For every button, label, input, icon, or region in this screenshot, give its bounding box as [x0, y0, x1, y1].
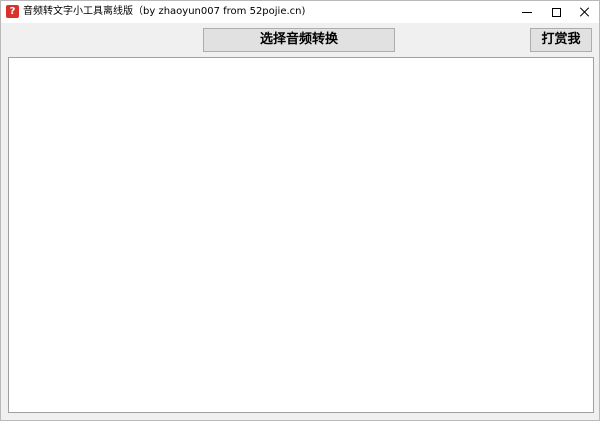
close-icon: [580, 7, 590, 17]
minimize-button[interactable]: [513, 1, 541, 23]
title-bar[interactable]: ? 音频转文字小工具离线版（by zhaoyun007 from 52pojie…: [1, 1, 599, 23]
close-button[interactable]: [571, 1, 599, 23]
donate-button[interactable]: 打赏我: [530, 28, 592, 52]
transcript-output[interactable]: [8, 57, 594, 413]
minimize-icon: [522, 11, 532, 13]
app-icon: ?: [6, 5, 19, 18]
maximize-icon: [551, 7, 561, 17]
select-audio-convert-button[interactable]: 选择音频转换: [203, 28, 395, 52]
app-window: ? 音频转文字小工具离线版（by zhaoyun007 from 52pojie…: [0, 0, 600, 421]
maximize-button[interactable]: [542, 1, 570, 23]
window-title: 音频转文字小工具离线版（by zhaoyun007 from 52pojie.c…: [23, 6, 306, 17]
